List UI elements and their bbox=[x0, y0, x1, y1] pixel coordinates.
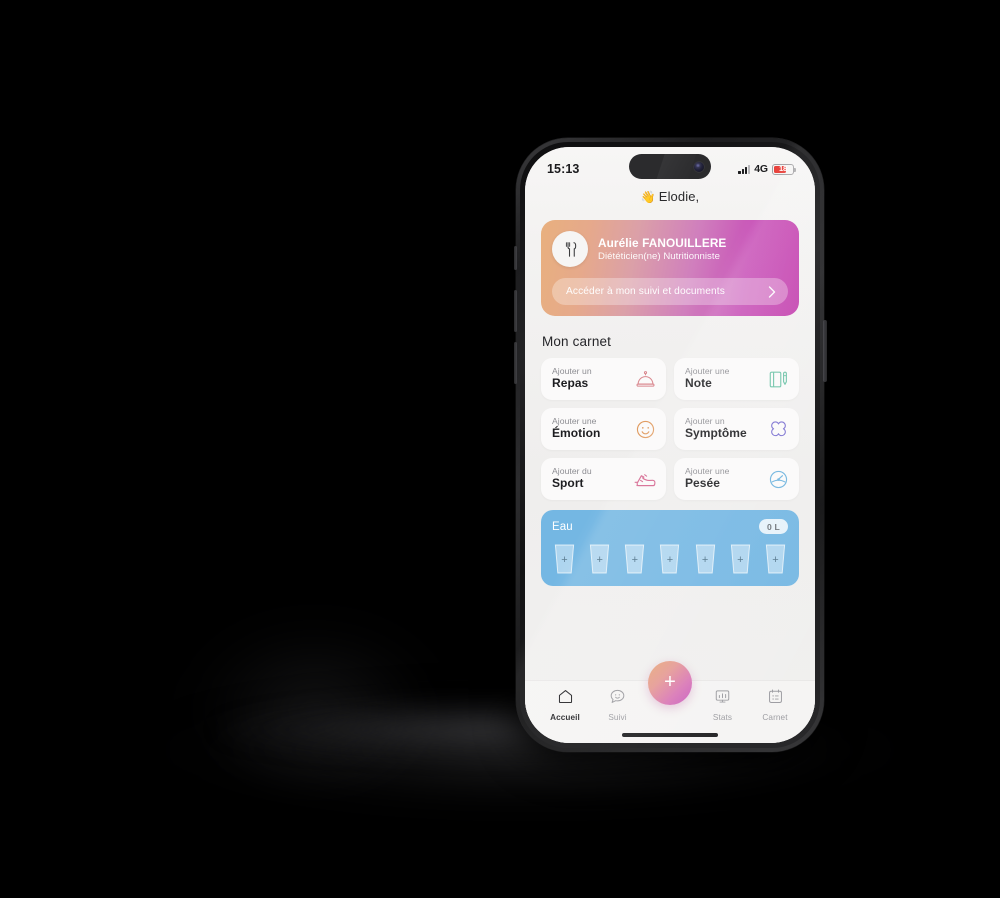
floor-glow bbox=[185, 620, 445, 800]
water-glass[interactable]: + bbox=[552, 543, 577, 575]
main-scroll-area[interactable]: Aurélie FANOUILLERE Diététicien(ne) Nutr… bbox=[525, 216, 815, 681]
notebook-pen-icon bbox=[766, 367, 790, 391]
add-symptome-card[interactable]: Ajouter un Symptôme bbox=[674, 408, 799, 450]
dynamic-island-sheen bbox=[650, 154, 698, 179]
volume-up-button[interactable] bbox=[513, 290, 517, 332]
practitioner-role: Diététicien(ne) Nutritionniste bbox=[598, 251, 721, 262]
water-glass-plus-icon: + bbox=[631, 553, 639, 566]
nav-label-carnet: Carnet bbox=[762, 713, 788, 722]
water-tracker-card: Eau 0 L + + + + + + + bbox=[541, 510, 799, 586]
water-glass-plus-icon: + bbox=[701, 553, 709, 566]
practitioner-header: Aurélie FANOUILLERE Diététicien(ne) Nutr… bbox=[552, 231, 788, 267]
water-glass[interactable]: + bbox=[622, 543, 647, 575]
add-note-label: Note bbox=[685, 376, 712, 391]
add-symptome-text: Ajouter un Symptôme bbox=[685, 417, 747, 440]
water-glass[interactable]: + bbox=[763, 543, 788, 575]
practitioner-card[interactable]: Aurélie FANOUILLERE Diététicien(ne) Nutr… bbox=[541, 220, 799, 316]
add-emotion-text: Ajouter une Émotion bbox=[552, 417, 600, 440]
add-sport-label: Sport bbox=[552, 476, 584, 491]
water-glass-plus-icon: + bbox=[772, 553, 779, 566]
water-glass-plus-icon: + bbox=[561, 553, 568, 566]
add-note-text: Ajouter une Note bbox=[685, 367, 730, 390]
add-repas-text: Ajouter un Repas bbox=[552, 367, 592, 390]
bottom-navigation-bar: Accueil Suivi Stats Carnet + bbox=[525, 661, 815, 743]
add-entry-fab[interactable]: + bbox=[648, 661, 692, 705]
smiley-icon bbox=[633, 417, 657, 441]
avatar bbox=[552, 231, 588, 267]
volume-down-button[interactable] bbox=[513, 342, 517, 384]
power-button[interactable] bbox=[823, 320, 827, 382]
nav-item-carnet[interactable]: Carnet bbox=[749, 688, 801, 722]
cloche-icon bbox=[633, 367, 657, 391]
chevron-right-icon bbox=[768, 285, 776, 298]
status-indicators: 4G 18 bbox=[738, 163, 796, 175]
add-sport-card[interactable]: Ajouter du Sport bbox=[541, 458, 666, 500]
greeting-row: 👋 Elodie, bbox=[525, 187, 815, 216]
practitioner-name: Aurélie FANOUILLERE bbox=[598, 236, 727, 250]
add-pesee-card[interactable]: Ajouter une Pesée bbox=[674, 458, 799, 500]
add-emotion-card[interactable]: Ajouter une Émotion bbox=[541, 408, 666, 450]
nav-label-accueil: Accueil bbox=[550, 713, 580, 722]
water-title: Eau bbox=[552, 520, 573, 533]
status-time: 15:13 bbox=[547, 162, 580, 176]
dynamic-island bbox=[629, 154, 711, 179]
add-emotion-label: Émotion bbox=[552, 426, 601, 441]
nav-item-suivi[interactable]: Suivi bbox=[592, 688, 644, 722]
water-glass[interactable]: + bbox=[693, 543, 718, 575]
nav-label-stats: Stats bbox=[712, 713, 733, 722]
greeting-username: Elodie, bbox=[658, 189, 700, 204]
sneaker-icon bbox=[633, 467, 657, 491]
network-type-label: 4G bbox=[754, 163, 768, 175]
clover-icon bbox=[766, 417, 790, 441]
battery-level-label: 18 bbox=[779, 164, 787, 174]
water-header: Eau 0 L bbox=[552, 519, 788, 534]
chat-smiley-icon bbox=[609, 688, 626, 710]
notebook-action-grid: Ajouter un Repas Ajouter une Note Ajoute… bbox=[541, 358, 799, 500]
app-root: 15:13 4G 18 👋 Elodie, Aurélie FANOUILLER… bbox=[525, 147, 815, 743]
add-repas-label: Repas bbox=[552, 376, 589, 391]
page-title: Mon carnet bbox=[542, 334, 612, 349]
plus-icon: + bbox=[664, 671, 676, 693]
practitioner-cta-label: Accéder à mon suivi et documents bbox=[566, 286, 725, 297]
add-pesee-label: Pesée bbox=[685, 476, 720, 491]
signal-bars-icon bbox=[738, 164, 751, 174]
notebook-grid-icon bbox=[767, 688, 784, 710]
fork-icon bbox=[565, 241, 576, 257]
status-bar: 15:13 4G 18 bbox=[525, 147, 815, 187]
phone-device-frame: 15:13 4G 18 👋 Elodie, Aurélie FANOUILLER… bbox=[513, 138, 827, 752]
add-repas-card[interactable]: Ajouter un Repas bbox=[541, 358, 666, 400]
practitioner-meta: Aurélie FANOUILLERE Diététicien(ne) Nutr… bbox=[598, 236, 726, 262]
water-glass-plus-icon: + bbox=[666, 553, 674, 566]
phone-screen: 15:13 4G 18 👋 Elodie, Aurélie FANOUILLER… bbox=[525, 147, 815, 743]
water-glass[interactable]: + bbox=[728, 543, 753, 575]
water-glass[interactable]: + bbox=[587, 543, 612, 575]
practitioner-cta-button[interactable]: Accéder à mon suivi et documents bbox=[552, 278, 788, 305]
add-symptome-label: Symptôme bbox=[685, 426, 747, 441]
water-glass-plus-icon: + bbox=[737, 553, 744, 566]
water-amount-badge: 0 L bbox=[758, 519, 788, 534]
nav-label-suivi: Suivi bbox=[608, 713, 627, 722]
bar-chart-icon bbox=[714, 688, 731, 710]
add-pesee-text: Ajouter une Pesée bbox=[685, 467, 730, 490]
home-indicator[interactable] bbox=[622, 733, 718, 737]
wave-hand-icon: 👋 bbox=[640, 190, 656, 204]
water-glass-row: + + + + + + + bbox=[552, 543, 788, 575]
add-sport-text: Ajouter du Sport bbox=[552, 467, 592, 490]
water-glass-plus-icon: + bbox=[596, 553, 603, 566]
add-note-card[interactable]: Ajouter une Note bbox=[674, 358, 799, 400]
water-glass[interactable]: + bbox=[657, 543, 682, 575]
silence-switch[interactable] bbox=[514, 246, 517, 270]
nav-item-accueil[interactable]: Accueil bbox=[539, 688, 591, 722]
battery-icon: 18 bbox=[772, 163, 796, 175]
home-icon bbox=[557, 688, 574, 710]
scale-gauge-icon bbox=[766, 467, 790, 491]
nav-item-stats[interactable]: Stats bbox=[697, 688, 749, 722]
front-camera-icon bbox=[694, 161, 704, 172]
